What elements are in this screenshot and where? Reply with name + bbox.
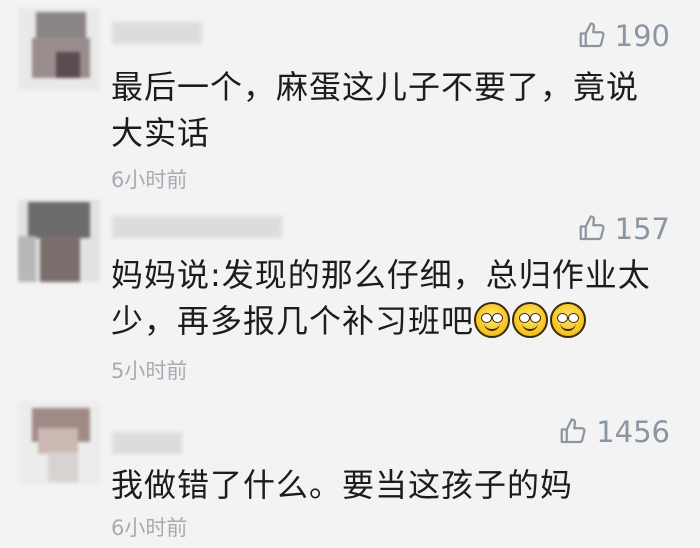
like-count: 157 bbox=[614, 212, 670, 246]
comment-item: 190 最后一个，麻蛋这儿子不要了，竟说大实话 6小时前 bbox=[0, 0, 700, 200]
like-button[interactable]: 190 bbox=[577, 16, 670, 56]
like-count: 190 bbox=[614, 19, 670, 53]
like-count: 1456 bbox=[596, 415, 670, 449]
like-button[interactable]: 157 bbox=[577, 209, 670, 249]
thumbs-up-icon bbox=[560, 418, 586, 444]
thumbs-up-icon bbox=[579, 22, 605, 48]
grinning-face-icon bbox=[474, 302, 511, 338]
comment-text: 最后一个，麻蛋这儿子不要了，竟说大实话 bbox=[111, 68, 640, 152]
comment-text: 我做错了什么。要当这孩子的妈 bbox=[111, 466, 574, 504]
comment-text: 妈妈说:发现的那么仔细，总归作业太少，再多报几个补习班吧 bbox=[111, 252, 671, 344]
comment-time: 5小时前 bbox=[111, 359, 188, 383]
comment-item: 1456 我做错了什么。要当这孩子的妈 6小时前 bbox=[0, 396, 700, 548]
avatar[interactable] bbox=[18, 8, 100, 90]
username-blurred[interactable] bbox=[112, 216, 282, 238]
comment-item: 157 妈妈说:发现的那么仔细，总归作业太少，再多报几个补习班吧 5小时前 bbox=[0, 198, 700, 398]
username-blurred[interactable] bbox=[112, 22, 202, 44]
like-button[interactable]: 1456 bbox=[558, 412, 670, 452]
username-blurred[interactable] bbox=[112, 432, 182, 454]
comment-time: 6小时前 bbox=[111, 168, 188, 192]
avatar[interactable] bbox=[18, 402, 100, 484]
thumbs-up-icon bbox=[579, 215, 605, 241]
grinning-face-icon bbox=[512, 302, 549, 338]
comment-time: 6小时前 bbox=[111, 516, 188, 540]
grinning-face-icon bbox=[550, 302, 587, 338]
avatar[interactable] bbox=[18, 200, 100, 282]
